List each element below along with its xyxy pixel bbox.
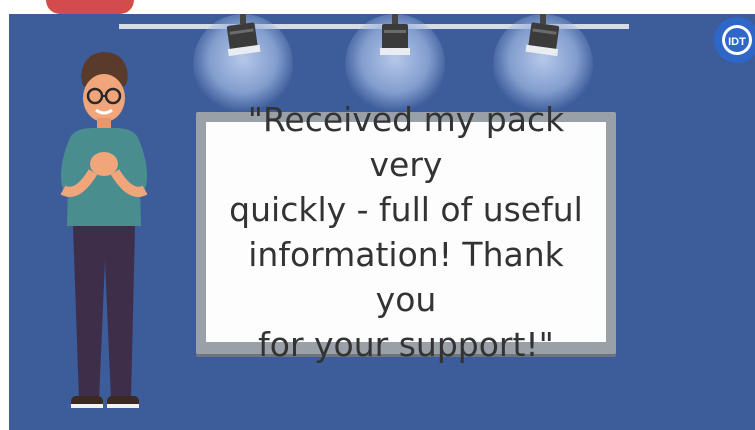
person-illustration [60, 52, 148, 408]
quote-line-2: quickly - full of useful [229, 190, 583, 229]
testimonial-board: "Received my pack very quickly - full of… [196, 100, 616, 364]
board-panel: "Received my pack very quickly - full of… [206, 100, 606, 364]
video-scene: IDT "Received my pack very quickly - ful… [9, 14, 755, 430]
top-red-decoration [46, 0, 134, 14]
logo-monogram: IDT [728, 36, 746, 48]
quote-line-1: "Received my pack very [247, 100, 565, 184]
testimonial-quote: "Received my pack very quickly - full of… [206, 97, 606, 367]
quote-line-3: information! Thank you [248, 235, 564, 319]
idt-logo-icon: IDT [714, 17, 755, 63]
quote-line-4: for your support!" [258, 325, 554, 364]
